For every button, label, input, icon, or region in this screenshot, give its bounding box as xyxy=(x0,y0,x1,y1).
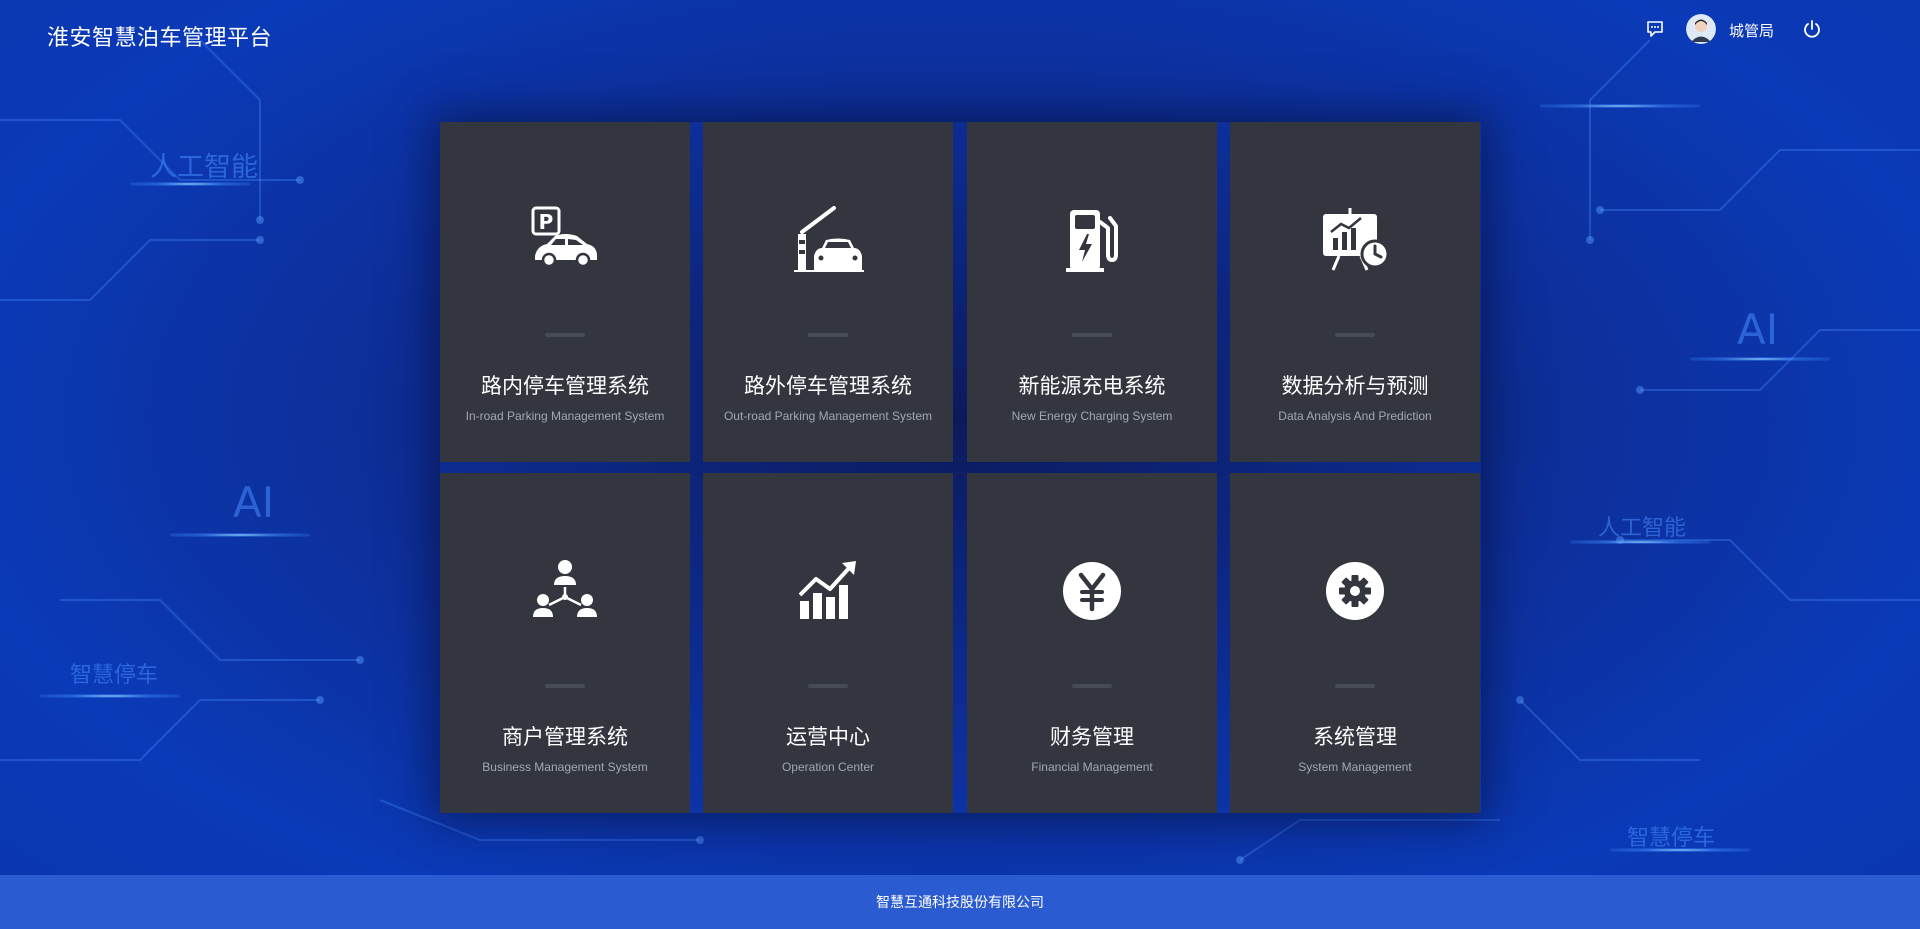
divider xyxy=(808,333,848,337)
users-network-icon xyxy=(529,555,601,627)
module-title: 路内停车管理系统 xyxy=(481,374,649,398)
glow-line xyxy=(130,182,250,186)
divider xyxy=(1072,684,1112,688)
footer-company: 智慧互通科技股份有限公司 xyxy=(876,895,1044,911)
module-subtitle: System Management xyxy=(1298,760,1412,774)
module-subtitle: Data Analysis And Prediction xyxy=(1278,409,1432,423)
glow-line xyxy=(1610,848,1750,852)
module-title: 新能源充电系统 xyxy=(1018,374,1166,398)
yen-icon xyxy=(1056,555,1128,627)
module-title: 路外停车管理系统 xyxy=(744,374,912,398)
module-card-operation-center[interactable]: 运营中心 Operation Center xyxy=(703,473,953,813)
user-name[interactable]: 城管局 xyxy=(1729,20,1774,41)
bg-word: 人工智能 xyxy=(1598,516,1687,541)
divider xyxy=(808,684,848,688)
divider xyxy=(1335,684,1375,688)
module-subtitle: Out-road Parking Management System xyxy=(723,409,933,423)
glow-line xyxy=(1570,540,1710,544)
module-card-out-road-parking[interactable]: 路外停车管理系统 Out-road Parking Management Sys… xyxy=(703,122,953,462)
module-card-financial-management[interactable]: 财务管理 Financial Management xyxy=(967,473,1217,813)
module-subtitle: Business Management System xyxy=(482,760,648,774)
divider xyxy=(1072,333,1112,337)
footer-bar: 智慧互通科技股份有限公司 xyxy=(0,875,1920,929)
module-card-business-management[interactable]: 商户管理系统 Business Management System xyxy=(440,473,690,813)
module-subtitle: Financial Management xyxy=(1031,760,1153,774)
app-title: 淮安智慧泊车管理平台 xyxy=(47,26,273,51)
module-subtitle: Operation Center xyxy=(781,760,875,774)
presentation-chart-icon xyxy=(1319,204,1391,276)
parking-car-icon: P xyxy=(529,204,601,276)
module-card-data-analysis[interactable]: 数据分析与预测 Data Analysis And Prediction xyxy=(1230,122,1480,462)
divider xyxy=(545,333,585,337)
bg-word: 智慧停车 xyxy=(1627,826,1716,851)
glow-line xyxy=(1690,357,1830,361)
bg-word: 智慧停车 xyxy=(70,663,159,688)
module-title: 运营中心 xyxy=(786,725,870,749)
charging-station-icon xyxy=(1056,204,1128,276)
module-title: 数据分析与预测 xyxy=(1281,374,1429,398)
gear-icon xyxy=(1319,555,1391,627)
glow-line xyxy=(1540,104,1700,108)
divider xyxy=(545,684,585,688)
svg-text:P: P xyxy=(539,210,554,234)
module-card-system-management[interactable]: 系统管理 System Management xyxy=(1230,473,1480,813)
top-header: 淮安智慧泊车管理平台 城管局 xyxy=(0,0,1920,64)
avatar[interactable] xyxy=(1686,14,1716,44)
growth-chart-icon xyxy=(792,555,864,627)
module-subtitle: In-road Parking Management System xyxy=(465,409,665,423)
module-grid: P 路内停车管理系统 In-road Parking Management Sy… xyxy=(440,122,1481,813)
bg-word: AI xyxy=(1737,305,1779,354)
power-icon[interactable] xyxy=(1802,19,1822,39)
module-card-in-road-parking[interactable]: P 路内停车管理系统 In-road Parking Management Sy… xyxy=(440,122,690,462)
barrier-gate-icon xyxy=(792,204,864,276)
divider xyxy=(1335,333,1375,337)
module-title: 系统管理 xyxy=(1313,725,1397,749)
bg-word: AI xyxy=(233,478,275,527)
bg-word: 人工智能 xyxy=(150,152,258,183)
module-subtitle: New Energy Charging System xyxy=(1011,409,1173,423)
module-card-new-energy-charging[interactable]: 新能源充电系统 New Energy Charging System xyxy=(967,122,1217,462)
module-title: 商户管理系统 xyxy=(502,725,628,749)
message-icon[interactable] xyxy=(1645,19,1665,39)
glow-line xyxy=(40,694,180,698)
module-title: 财务管理 xyxy=(1050,725,1134,749)
glow-line xyxy=(170,533,310,537)
